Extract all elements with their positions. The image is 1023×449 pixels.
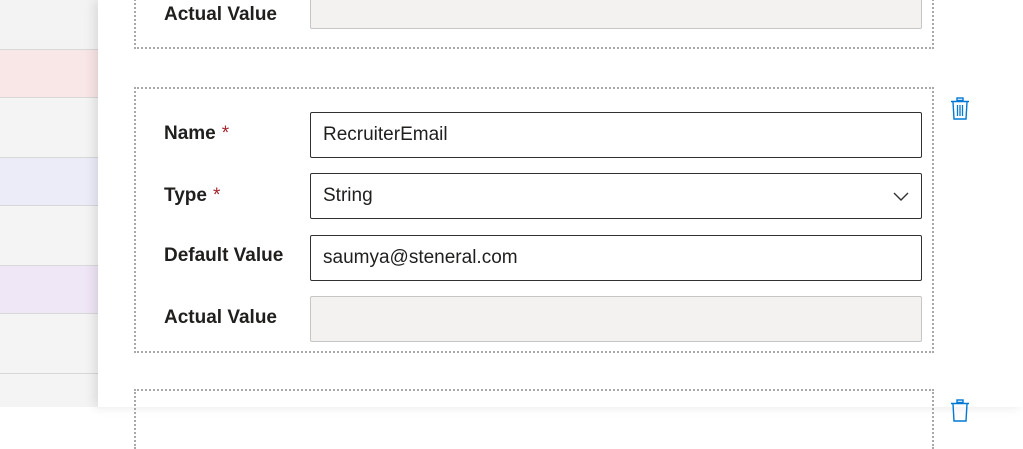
name-label: Name * xyxy=(164,123,230,144)
background-row xyxy=(0,206,98,266)
background-row xyxy=(0,374,98,407)
parameter-card: Actual Value xyxy=(134,0,934,49)
background-list xyxy=(0,0,98,407)
type-dropdown-value: String xyxy=(323,185,373,206)
trash-icon[interactable] xyxy=(950,97,970,121)
chevron-down-icon xyxy=(893,192,909,201)
background-row xyxy=(0,266,98,314)
required-marker: * xyxy=(212,185,221,206)
parameter-card xyxy=(134,389,934,449)
actual-value-field xyxy=(310,296,922,342)
required-marker: * xyxy=(221,123,230,144)
background-row xyxy=(0,50,98,98)
actual-value-label: Actual Value xyxy=(164,307,277,328)
default-value-input[interactable]: saumya@steneral.com xyxy=(310,235,922,281)
type-label: Type * xyxy=(164,185,221,206)
type-dropdown[interactable]: String xyxy=(310,173,922,219)
background-row xyxy=(0,0,98,50)
actual-value-field xyxy=(310,0,922,29)
name-input[interactable]: RecruiterEmail xyxy=(310,112,922,158)
background-row xyxy=(0,98,98,158)
parameters-panel: Actual Value Name * RecruiterEmail Type * … xyxy=(98,0,1023,449)
background-row xyxy=(0,158,98,206)
actual-value-label: Actual Value xyxy=(164,4,277,25)
default-value-label: Default Value xyxy=(164,245,284,266)
background-row xyxy=(0,314,98,374)
parameter-card: Name * RecruiterEmail Type * String Defaul… xyxy=(134,87,934,353)
trash-icon[interactable] xyxy=(950,399,970,423)
